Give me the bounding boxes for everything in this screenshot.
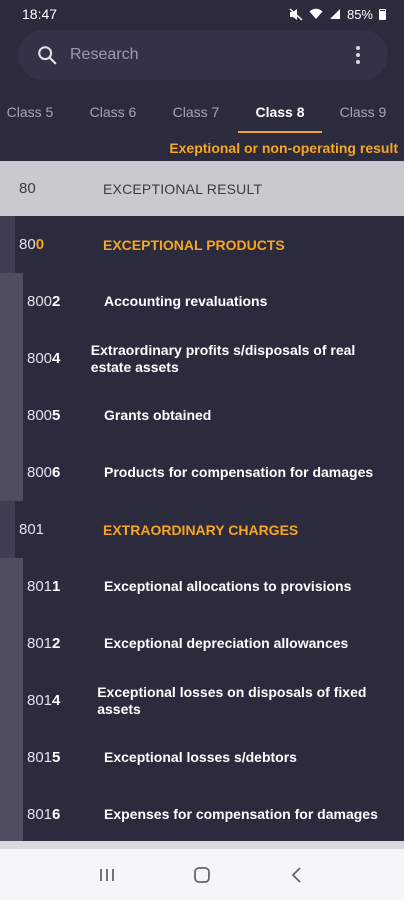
tab-class-5[interactable]: Class 5 (0, 90, 60, 134)
tab-class-6[interactable]: Class 6 (76, 90, 150, 134)
account-row[interactable]: 8005 Grants obtained (0, 387, 404, 444)
account-row[interactable]: 8016 Expenses for compensation for damag… (0, 786, 404, 841)
group-row[interactable]: 800 EXCEPTIONAL PRODUCTS (0, 216, 404, 273)
account-label: Exceptional allocations to provisions (104, 578, 352, 594)
status-bar: 18:47 85% (0, 0, 404, 28)
recents-icon[interactable] (95, 863, 119, 887)
account-label: Exceptional losses s/debtors (104, 749, 297, 765)
group-label: EXCEPTIONAL PRODUCTS (103, 236, 285, 253)
mute-icon (289, 7, 303, 21)
scroll-end-stripe (0, 841, 404, 849)
class-row[interactable]: 80 EXCEPTIONAL RESULT (0, 161, 404, 216)
group-code: 801 (19, 521, 45, 538)
account-row[interactable]: 8006 Products for compensation for damag… (0, 444, 404, 501)
account-code: 8004 (27, 350, 61, 367)
more-options-icon[interactable] (346, 43, 370, 67)
group-row[interactable]: 801 EXTRAORDINARY CHARGES (0, 501, 404, 558)
account-row[interactable]: 8002 Accounting revaluations (0, 273, 404, 330)
battery-percentage: 85% (346, 6, 373, 22)
account-row[interactable]: 8014 Exceptional losses on disposals of … (0, 672, 404, 729)
account-label: Products for compensation for damages (104, 464, 374, 480)
home-icon[interactable] (190, 863, 214, 887)
account-label: Expenses for compensation for damages (104, 806, 378, 822)
account-row[interactable]: 8012 Exceptional depreciation allowances (0, 615, 404, 672)
account-row[interactable]: 8015 Exceptional losses s/debtors (0, 729, 404, 786)
status-time: 18:47 (22, 6, 58, 22)
account-code: 8005 (27, 407, 61, 424)
search-icon[interactable] (36, 44, 58, 66)
search-input[interactable]: Research (70, 46, 346, 64)
account-label: Accounting revaluations (104, 293, 268, 309)
account-row[interactable]: 8004 Extraordinary profits s/disposals o… (0, 330, 404, 387)
account-row[interactable]: 8011 Exceptional allocations to provisio… (0, 558, 404, 615)
system-nav-bar (0, 849, 404, 900)
tab-class-9[interactable]: Class 9 (326, 90, 400, 134)
signal-icon (329, 9, 340, 19)
account-code: 8014 (27, 692, 61, 709)
account-label: Exceptional depreciation allowances (104, 635, 349, 651)
account-code: 8015 (27, 749, 61, 766)
tab-class-7[interactable]: Class 7 (159, 90, 233, 134)
account-list: 80 EXCEPTIONAL RESULT 800 EXCEPTIONAL PR… (0, 161, 404, 841)
class-label: EXCEPTIONAL RESULT (103, 180, 263, 197)
account-label: Grants obtained (104, 407, 212, 423)
search-bar[interactable]: Research (18, 30, 388, 80)
section-subtitle: Exeptional or non-operating result (169, 140, 398, 156)
battery-icon (379, 8, 386, 20)
status-icons: 85% (289, 7, 386, 22)
account-group: 800 EXCEPTIONAL PRODUCTS 8002 Accounting… (0, 216, 404, 501)
class-code: 80 (19, 180, 36, 197)
account-group: 801 EXTRAORDINARY CHARGES 8011 Exception… (0, 501, 404, 841)
account-code: 8016 (27, 806, 61, 823)
account-code: 8011 (27, 578, 61, 595)
account-code: 8006 (27, 464, 61, 481)
account-label: Extraordinary profits s/disposals of rea… (90, 341, 356, 375)
account-code: 8002 (27, 293, 61, 310)
group-label: EXTRAORDINARY CHARGES (103, 521, 299, 538)
class-tabs: Class 5 Class 6 Class 7 Class 8 Class 9 (0, 90, 404, 134)
group-code: 800 (19, 236, 45, 253)
active-tab-indicator (238, 131, 322, 133)
account-label: Exceptional losses on disposals of fixed… (97, 683, 367, 717)
back-icon[interactable] (285, 863, 309, 887)
account-code: 8012 (27, 635, 61, 652)
tab-class-8[interactable]: Class 8 (242, 90, 318, 134)
wifi-icon (309, 8, 323, 19)
